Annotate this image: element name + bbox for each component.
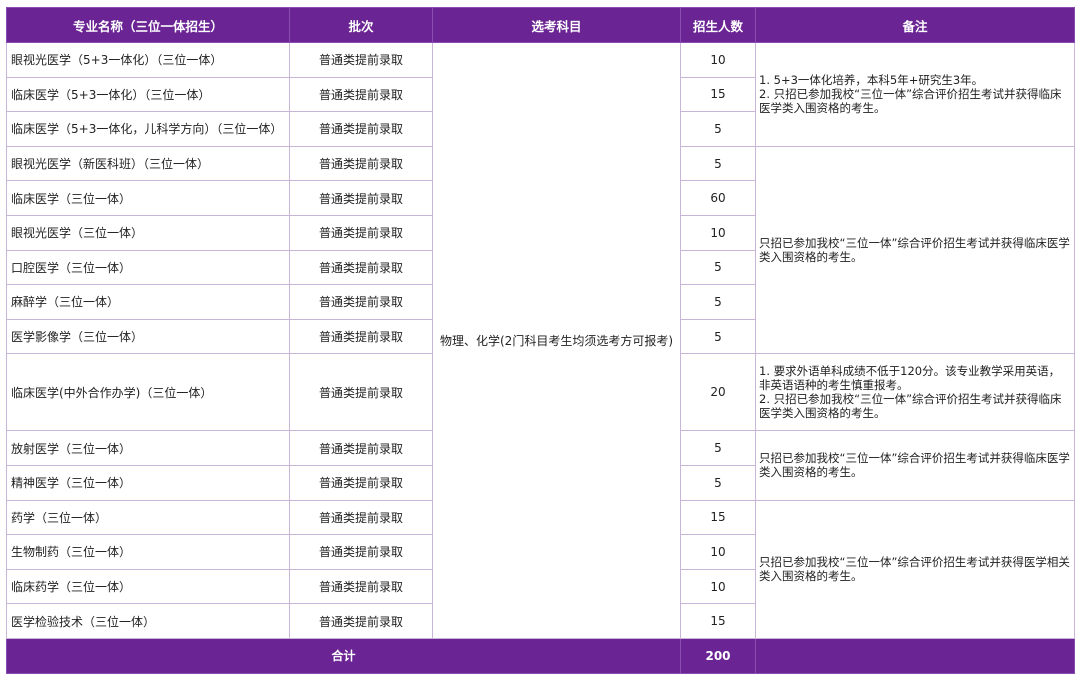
enroll-count: 5 (680, 318, 756, 355)
enroll-count: 5 (680, 284, 756, 320)
enroll-count: 20 (680, 353, 756, 432)
major-name: 临床医学(中外合作办学)（三位一体） (6, 353, 290, 432)
major-name: 麻醉学（三位一体） (6, 284, 290, 320)
enroll-count: 5 (680, 145, 756, 182)
note-group-4: 只招已参加我校“三位一体”综合评价招生考试并获得临床医学类入围资格的考生。 (755, 430, 1075, 501)
total-count: 200 (680, 637, 756, 674)
enroll-count: 5 (680, 464, 756, 501)
major-name: 口腔医学（三位一体） (6, 249, 290, 286)
batch: 普通类提前录取 (289, 499, 433, 536)
batch: 普通类提前录取 (289, 145, 433, 182)
table-row: 眼视光医学（5+3一体化）（三位一体） 普通类提前录取 物理、化学(2门科目考生… (6, 42, 1075, 639)
batch: 普通类提前录取 (289, 353, 433, 432)
enroll-count: 60 (680, 180, 756, 216)
batch: 普通类提前录取 (289, 249, 433, 286)
batch: 普通类提前录取 (289, 318, 433, 355)
enroll-count: 5 (680, 430, 756, 466)
header-batch: 批次 (289, 7, 433, 43)
enroll-count: 15 (680, 499, 756, 536)
batch: 普通类提前录取 (289, 603, 433, 639)
major-name: 药学（三位一体） (6, 499, 290, 536)
batch: 普通类提前录取 (289, 534, 433, 570)
major-name: 医学检验技术（三位一体） (6, 603, 290, 639)
enroll-count: 10 (680, 214, 756, 251)
table-header-row: 专业名称（三位一体招生） 批次 选考科目 招生人数 备注 (6, 7, 1075, 43)
batch: 普通类提前录取 (289, 180, 433, 216)
note-group-1: 1. 5+3一体化培养，本科5年+研究生3年。 2. 只招已参加我校“三位一体”… (755, 42, 1075, 147)
enroll-count: 10 (680, 42, 756, 78)
batch: 普通类提前录取 (289, 284, 433, 320)
major-name: 放射医学（三位一体） (6, 430, 290, 466)
enroll-count: 15 (680, 76, 756, 113)
enroll-count: 15 (680, 603, 756, 639)
major-name: 生物制药（三位一体） (6, 534, 290, 570)
major-name: 临床医学（5+3一体化）（三位一体） (6, 76, 290, 113)
major-name: 临床药学（三位一体） (6, 568, 290, 605)
header-note: 备注 (755, 7, 1075, 43)
note-group-5: 只招已参加我校“三位一体”综合评价招生考试并获得医学相关类入围资格的考生。 (755, 499, 1075, 639)
note-group-3: 1. 要求外语单科成绩不低于120分。该专业教学采用英语，非英语语种的考生慎重报… (755, 353, 1075, 432)
batch: 普通类提前录取 (289, 42, 433, 78)
batch: 普通类提前录取 (289, 430, 433, 466)
batch: 普通类提前录取 (289, 464, 433, 501)
total-note-empty (755, 637, 1075, 674)
major-name: 眼视光医学（三位一体） (6, 214, 290, 251)
note-group-2: 只招已参加我校“三位一体”综合评价招生考试并获得临床医学类入围资格的考生。 (755, 145, 1075, 355)
total-row: 合计 200 (6, 637, 1075, 674)
subject-requirement: 物理、化学(2门科目考生均须选考方可报考) (432, 42, 681, 639)
major-name: 眼视光医学（新医科班）（三位一体） (6, 145, 290, 182)
batch: 普通类提前录取 (289, 568, 433, 605)
major-name: 医学影像学（三位一体） (6, 318, 290, 355)
total-label: 合计 (6, 637, 681, 674)
header-subject: 选考科目 (432, 7, 681, 43)
batch: 普通类提前录取 (289, 76, 433, 113)
enroll-count: 5 (680, 249, 756, 286)
major-name: 临床医学（5+3一体化，儿科学方向）（三位一体） (6, 111, 290, 147)
admission-plan-table: 专业名称（三位一体招生） 批次 选考科目 招生人数 备注 眼视光医学（5+3一体… (6, 7, 1075, 674)
batch: 普通类提前录取 (289, 214, 433, 251)
major-name: 精神医学（三位一体） (6, 464, 290, 501)
enroll-count: 5 (680, 111, 756, 147)
enroll-count: 10 (680, 568, 756, 605)
major-name: 临床医学（三位一体） (6, 180, 290, 216)
header-count: 招生人数 (680, 7, 756, 43)
header-major: 专业名称（三位一体招生） (6, 7, 290, 43)
enroll-count: 10 (680, 534, 756, 570)
batch: 普通类提前录取 (289, 111, 433, 147)
major-name: 眼视光医学（5+3一体化）（三位一体） (6, 42, 290, 78)
